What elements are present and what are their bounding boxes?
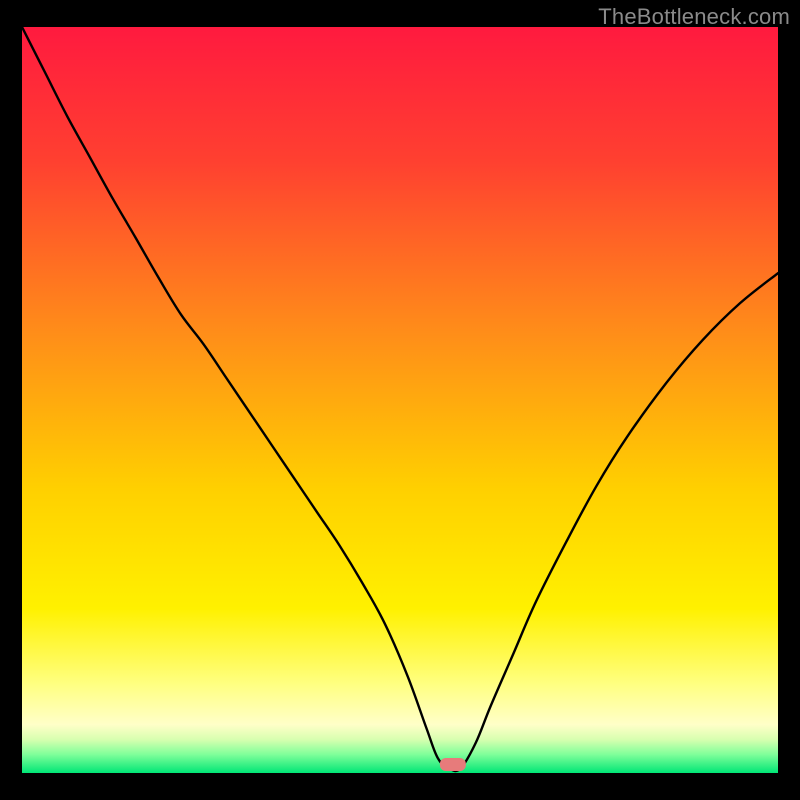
chart-frame: TheBottleneck.com [0, 0, 800, 800]
optimal-marker [440, 758, 466, 771]
bottleneck-chart [22, 27, 778, 773]
gradient-background [22, 27, 778, 773]
